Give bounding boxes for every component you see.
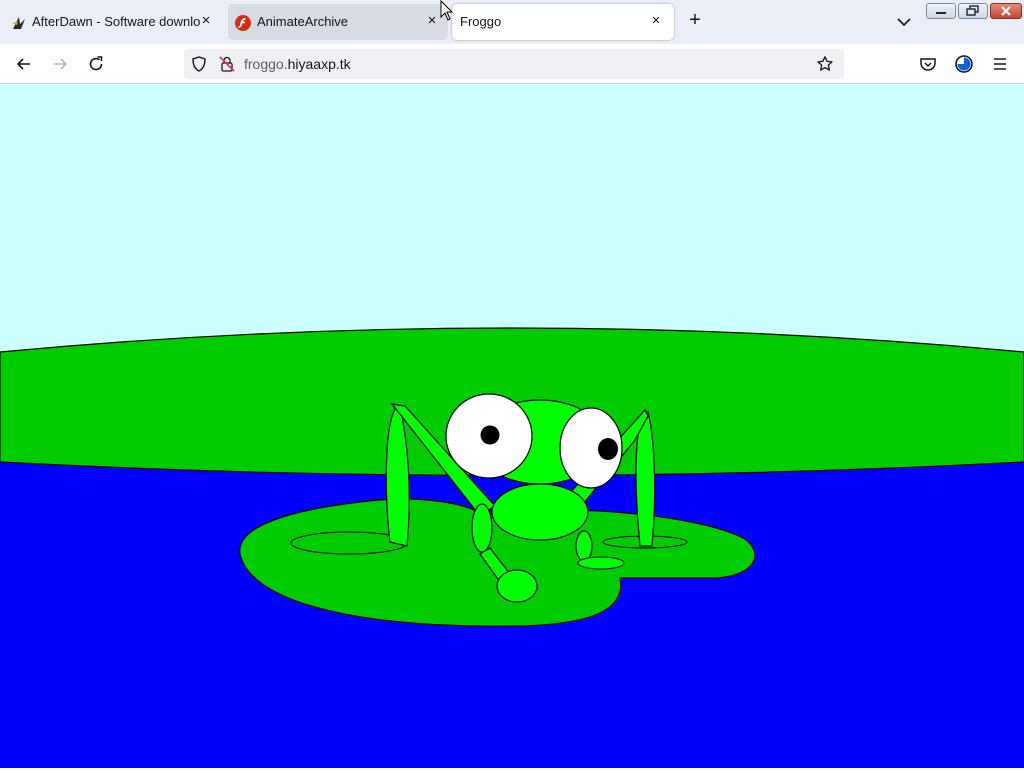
afterdawn-favicon-icon [12, 17, 25, 29]
url-domain: hiyaaxp.tk [287, 56, 351, 72]
chevron-down-icon[interactable] [894, 12, 914, 32]
tab-afterdawn[interactable]: AfterDawn - Software download × [0, 4, 220, 40]
new-tab-button[interactable]: + [684, 10, 706, 32]
foot-front-left [496, 569, 538, 603]
minimize-icon [936, 12, 946, 14]
minimize-button[interactable] [926, 3, 956, 19]
navigation-toolbar: froggo.hiyaaxp.tk [0, 44, 1024, 84]
reload-icon[interactable] [86, 54, 106, 74]
tab-froggo[interactable]: Froggo × [452, 4, 674, 40]
pupil-left [480, 425, 500, 445]
pupil-right [598, 438, 618, 460]
mouse-cursor-icon [440, 0, 454, 21]
insecure-lock-icon[interactable] [218, 55, 236, 73]
pocket-icon[interactable] [918, 54, 938, 74]
address-bar[interactable]: froggo.hiyaaxp.tk [184, 49, 844, 79]
close-window-button[interactable] [990, 3, 1022, 19]
tab-title: Froggo [460, 14, 502, 29]
leg-front-right [575, 530, 593, 562]
leg-front-left-upper [471, 503, 493, 553]
tab-title: AnimateArchive [257, 14, 349, 29]
url-subdomain: froggo. [244, 56, 288, 72]
flash-favicon-icon [235, 15, 251, 31]
hamburger-menu-icon[interactable] [990, 54, 1010, 74]
tab-close-button[interactable]: × [648, 12, 664, 30]
tab-close-button[interactable]: × [424, 12, 440, 30]
page-content [0, 84, 1024, 768]
tab-animatearchive[interactable]: AnimateArchive × [228, 4, 448, 40]
star-icon[interactable] [816, 55, 834, 73]
froggo-scene[interactable] [0, 84, 1024, 768]
tab-strip: AfterDawn - Software download × AnimateA… [0, 0, 1024, 44]
foot-front-right [577, 556, 625, 570]
restore-icon [966, 5, 979, 16]
frog-belly [491, 483, 589, 541]
shield-icon[interactable] [190, 55, 208, 73]
arrow-left-icon[interactable] [14, 54, 34, 74]
url-text[interactable]: froggo.hiyaaxp.tk [244, 56, 351, 72]
tab-title: AfterDawn - Software download [32, 14, 200, 29]
tab-close-button[interactable]: × [198, 12, 214, 30]
arrow-right-icon[interactable] [50, 54, 70, 74]
close-icon [1001, 6, 1011, 16]
account-icon[interactable] [954, 54, 974, 74]
restore-button[interactable] [958, 3, 988, 19]
